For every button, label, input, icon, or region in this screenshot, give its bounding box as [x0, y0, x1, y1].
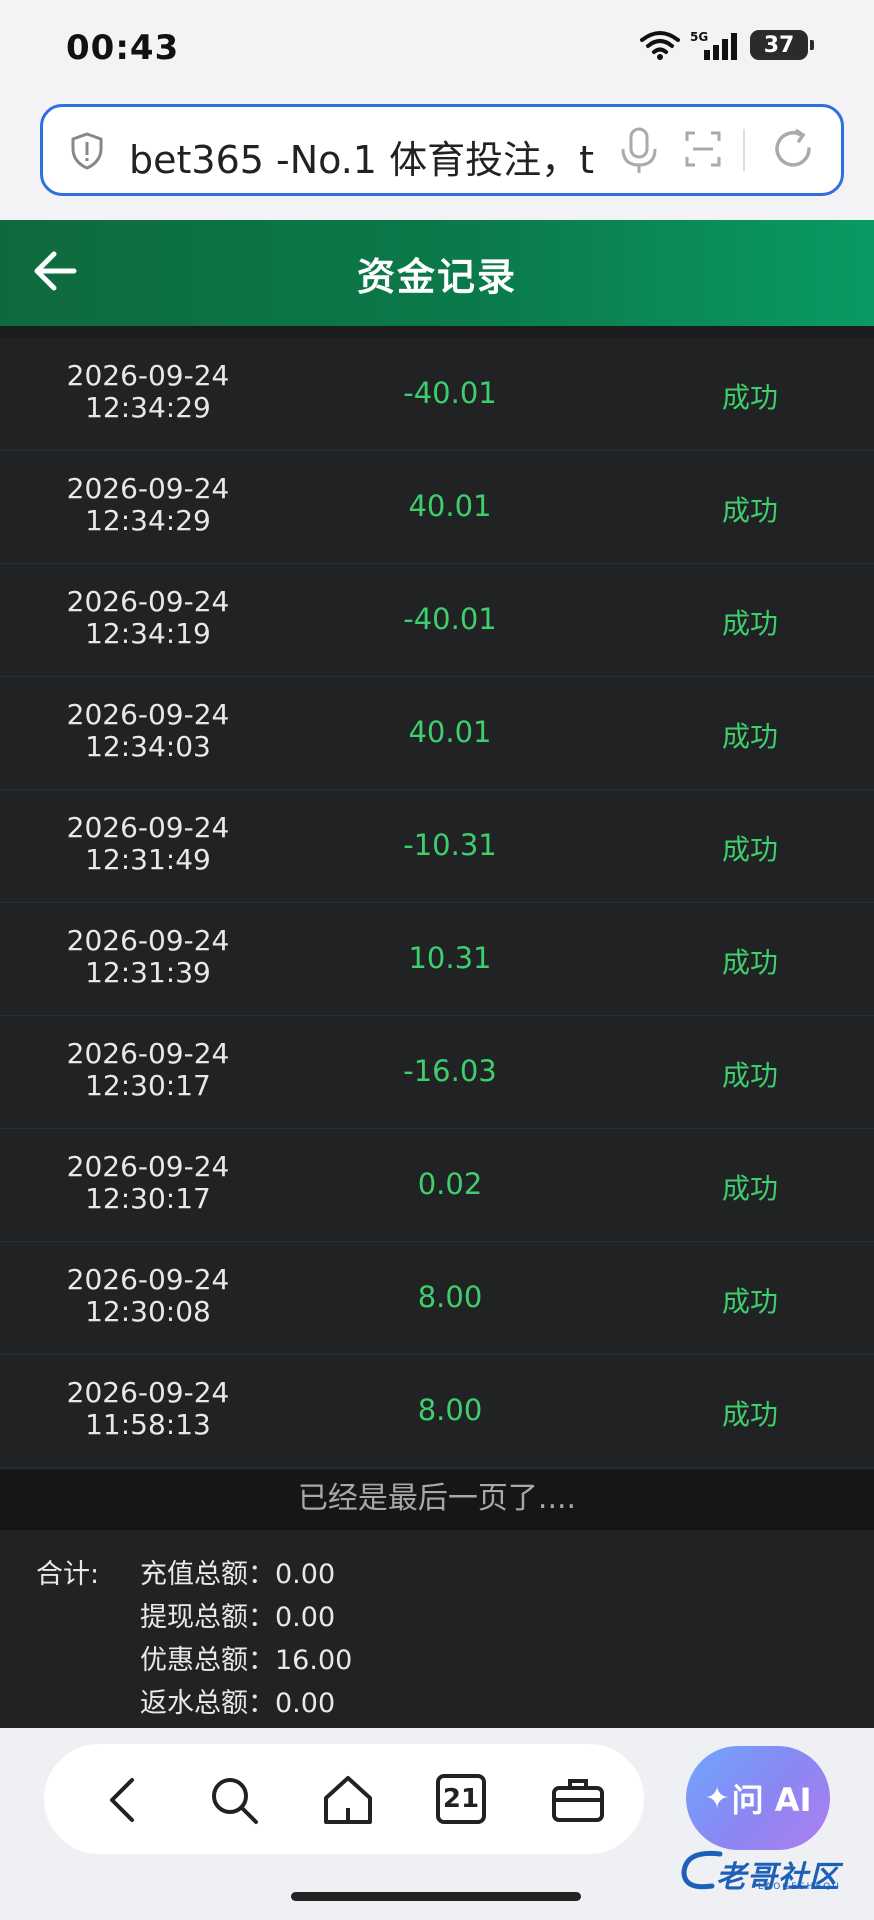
sparkle-icon: ✦	[704, 1780, 730, 1816]
record-date: 2026-09-24	[66, 811, 230, 844]
record-time: 12:34:19	[85, 617, 211, 650]
home-icon[interactable]	[318, 1770, 378, 1830]
record-status: 成功	[721, 720, 778, 753]
record-datetime: 2026-09-24 12:34:29	[28, 360, 268, 424]
record-row: 2026-09-24 12:30:08 8.00 成功	[0, 1242, 874, 1355]
record-row: 2026-09-24 11:58:13 8.00 成功	[0, 1355, 874, 1468]
record-datetime: 2026-09-24 12:34:19	[28, 586, 268, 650]
record-amount: -16.03	[403, 1054, 497, 1088]
summary-bonus-total: 优惠总额：16.00	[140, 1645, 353, 1676]
back-icon[interactable]	[94, 1770, 154, 1830]
record-amount: 40.01	[408, 489, 492, 523]
summary-rebate-total: 返水总额：0.00	[140, 1688, 336, 1719]
ask-ai-button[interactable]: ✦ 问 AI	[686, 1746, 830, 1850]
record-amount: -40.01	[403, 602, 497, 636]
record-row: 2026-09-24 12:34:29 -40.01 成功	[0, 338, 874, 451]
record-time: 12:34:29	[85, 391, 211, 424]
record-amount: -40.01	[403, 376, 497, 410]
briefcase-icon[interactable]	[548, 1770, 608, 1830]
record-time: 12:30:08	[85, 1295, 211, 1328]
record-date: 2026-09-24	[66, 585, 230, 618]
watermark-logo: 老哥社区 LAOGESHEQU	[676, 1846, 866, 1895]
reload-icon[interactable]	[769, 125, 817, 173]
record-time: 11:58:13	[85, 1408, 211, 1441]
record-date: 2026-09-24	[66, 698, 230, 731]
status-bar: 00:43 5G 37	[0, 0, 874, 96]
record-row: 2026-09-24 12:30:17 0.02 成功	[0, 1129, 874, 1242]
page-header: 资金记录	[0, 220, 874, 326]
last-page-notice: 已经是最后一页了....	[0, 1470, 874, 1530]
record-date: 2026-09-24	[66, 1150, 230, 1183]
status-icons: 5G 37	[640, 30, 814, 60]
record-status: 成功	[721, 381, 778, 414]
record-time: 12:30:17	[85, 1069, 211, 1102]
record-datetime: 2026-09-24 11:58:13	[28, 1377, 268, 1441]
home-indicator[interactable]	[291, 1892, 581, 1901]
record-row: 2026-09-24 12:34:19 -40.01 成功	[0, 564, 874, 677]
record-time: 12:31:49	[85, 843, 211, 876]
record-status: 成功	[721, 946, 778, 979]
top-separator	[0, 326, 874, 338]
address-bar[interactable]: bet365 -No.1 体育投注，t	[40, 104, 844, 196]
bottom-nav: 21	[44, 1744, 644, 1854]
record-status: 成功	[721, 607, 778, 640]
record-amount: 10.31	[408, 941, 492, 975]
record-row: 2026-09-24 12:34:29 40.01 成功	[0, 451, 874, 564]
record-row: 2026-09-24 12:30:17 -16.03 成功	[0, 1016, 874, 1129]
record-date: 2026-09-24	[66, 1263, 230, 1296]
watermark-subtext: LAOGESHEQU	[758, 1882, 841, 1892]
record-date: 2026-09-24	[66, 924, 230, 957]
battery-icon: 37	[750, 30, 814, 60]
url-text[interactable]: bet365 -No.1 体育投注，t	[129, 129, 635, 184]
record-amount: -10.31	[403, 828, 497, 862]
record-status: 成功	[721, 1285, 778, 1318]
record-datetime: 2026-09-24 12:31:49	[28, 812, 268, 876]
record-time: 12:34:03	[85, 730, 211, 763]
record-date: 2026-09-24	[66, 359, 230, 392]
record-time: 12:30:17	[85, 1182, 211, 1215]
record-date: 2026-09-24	[66, 472, 230, 505]
record-datetime: 2026-09-24 12:31:39	[28, 925, 268, 989]
record-row: 2026-09-24 12:31:49 -10.31 成功	[0, 790, 874, 903]
tabs-count-button[interactable]: 21	[436, 1774, 486, 1824]
record-amount: 8.00	[417, 1393, 483, 1427]
clock: 00:43	[66, 28, 180, 68]
summary-withdraw-total: 提现总额：0.00	[140, 1602, 336, 1633]
record-datetime: 2026-09-24 12:30:17	[28, 1038, 268, 1102]
ask-ai-label: 问 AI	[731, 1781, 812, 1819]
scan-icon[interactable]	[683, 129, 723, 169]
record-status: 成功	[721, 1059, 778, 1092]
shield-icon[interactable]	[69, 131, 105, 171]
browser-toolbar: bet365 -No.1 体育投注，t	[0, 96, 874, 220]
record-datetime: 2026-09-24 12:34:29	[28, 473, 268, 537]
wifi-icon	[640, 31, 680, 60]
record-time: 12:34:29	[85, 504, 211, 537]
record-datetime: 2026-09-24 12:30:17	[28, 1151, 268, 1215]
record-status: 成功	[721, 494, 778, 527]
record-date: 2026-09-24	[66, 1037, 230, 1070]
record-status: 成功	[721, 1172, 778, 1205]
microphone-icon[interactable]	[617, 125, 661, 177]
record-datetime: 2026-09-24 12:34:03	[28, 699, 268, 763]
summary-label: 合计:	[36, 1559, 100, 1590]
record-row: 2026-09-24 12:31:39 10.31 成功	[0, 903, 874, 1016]
record-status: 成功	[721, 1398, 778, 1431]
record-row: 2026-09-24 12:34:03 40.01 成功	[0, 677, 874, 790]
record-date: 2026-09-24	[66, 1376, 230, 1409]
record-time: 12:31:39	[85, 956, 211, 989]
summary-panel: 合计: 充值总额：0.00 提现总额：0.00 优惠总额：16.00 返水总额：…	[0, 1530, 874, 1728]
summary-deposit-total: 充值总额：0.00	[140, 1559, 336, 1590]
record-amount: 40.01	[408, 715, 492, 749]
signal-icon: 5G	[690, 30, 737, 60]
search-icon[interactable]	[204, 1770, 264, 1830]
network-type-label: 5G	[690, 30, 708, 44]
record-amount: 0.02	[417, 1167, 483, 1201]
record-amount: 8.00	[417, 1280, 483, 1314]
address-bar-divider	[743, 129, 745, 171]
fund-records-panel: 2026-09-24 12:34:29 -40.01 成功 2026-09-24 12:3…	[0, 326, 874, 1728]
record-status: 成功	[721, 833, 778, 866]
record-datetime: 2026-09-24 12:30:08	[28, 1264, 268, 1328]
records-list: 2026-09-24 12:34:29 -40.01 成功 2026-09-24 12:3…	[0, 338, 874, 1468]
page-title: 资金记录	[356, 255, 517, 299]
